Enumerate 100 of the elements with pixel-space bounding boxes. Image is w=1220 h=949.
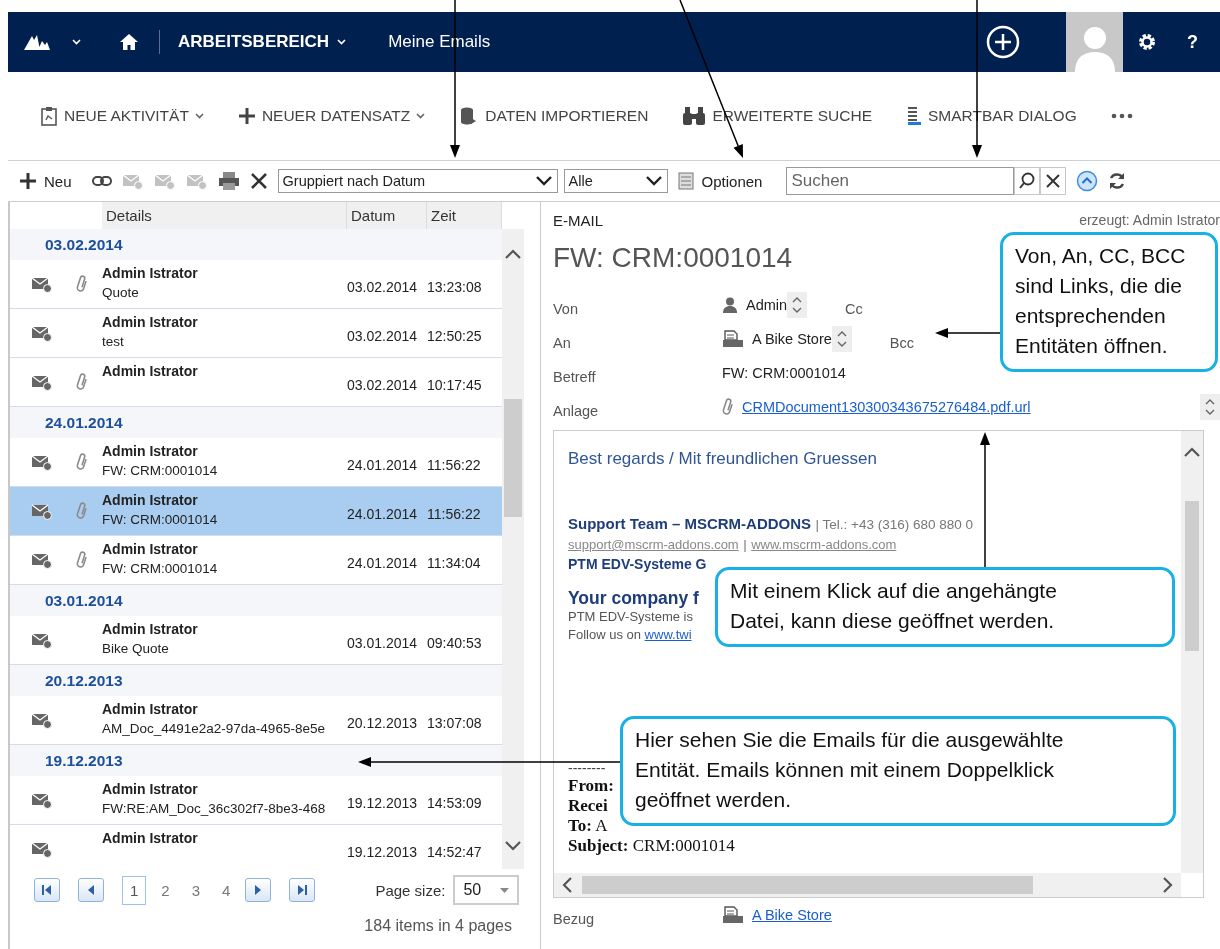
column-header[interactable]: Zeit — [427, 202, 502, 229]
web-link[interactable]: www.mscrm-addons.com — [751, 537, 897, 552]
clear-button[interactable] — [1040, 167, 1067, 195]
header-line: From: — [568, 776, 614, 796]
page-link[interactable]: 1 — [122, 875, 147, 905]
field-label: Betreff — [553, 368, 597, 385]
view-dropdown[interactable]: Gruppiert nach Datum — [277, 169, 558, 193]
logo-icon[interactable] — [24, 34, 50, 50]
email-link[interactable]: support@mscrm-addons.com — [568, 537, 739, 552]
email-row[interactable]: Admin Istrator FW: CRM:0001014 24.01.2014 11:56:22 — [10, 487, 502, 536]
home-icon[interactable] — [119, 33, 139, 51]
email-icon — [153, 172, 176, 190]
page-link[interactable]: 3 — [184, 879, 208, 901]
email-row[interactable]: Admin Istrator Bike Quote 03.01.2014 09:40:53 — [10, 616, 502, 665]
email-subject: test — [102, 334, 125, 349]
more-icon[interactable] — [1110, 113, 1133, 119]
sender-name: Admin Istrator — [102, 621, 199, 637]
email-row[interactable]: Admin Istrator FW: CRM:0001014 24.01.2014 11:56:22 — [10, 438, 502, 487]
email-row[interactable]: Admin Istrator 19.12.2013 14:52:47 — [10, 825, 502, 869]
command-button[interactable]: NEUER DATENSATZ — [237, 107, 426, 125]
group-header[interactable]: 03.01.2014 — [10, 585, 502, 616]
refresh-icon[interactable] — [1108, 172, 1127, 190]
email-icon — [31, 373, 53, 391]
command-button[interactable]: NEUE AKTIVITÄT — [40, 106, 204, 126]
email-row[interactable]: Admin Istrator AM_Doc_4491e2a2-97da-4965-8e5e 20.12.2013 13:07:08 — [10, 696, 502, 745]
page-size-label: Page size: — [375, 881, 446, 899]
web-link[interactable]: www.twi — [644, 627, 692, 642]
chevron-up-icon[interactable] — [505, 249, 521, 259]
clipboard-icon — [40, 106, 58, 126]
scrollbar[interactable] — [502, 229, 524, 869]
pager-button[interactable] — [78, 878, 104, 902]
email-row[interactable]: Admin Istrator Quote 03.02.2014 13:23:08 — [10, 260, 502, 309]
column-header[interactable]: Datum — [347, 202, 427, 229]
add-icon[interactable] — [986, 25, 1020, 59]
email-row[interactable]: Admin Istrator test 03.02.2014 12:50:25 — [10, 309, 502, 358]
settings-icon[interactable] — [1137, 32, 1157, 52]
email-title: FW: CRM:0001014 — [553, 241, 793, 275]
scroll-thumb[interactable] — [582, 876, 1033, 894]
chevron-left-icon[interactable] — [562, 877, 572, 893]
lookup-link[interactable]: A Bike Store — [752, 331, 832, 347]
scrollbar[interactable] — [554, 873, 1181, 897]
scrollbar[interactable] — [1181, 431, 1203, 873]
printer-icon[interactable] — [217, 171, 240, 191]
group-header[interactable]: 24.01.2014 — [10, 407, 502, 438]
chevron-right-icon[interactable] — [1163, 877, 1173, 893]
spinner-icon[interactable] — [831, 326, 852, 352]
spinner-icon[interactable] — [1200, 394, 1220, 420]
page-size-dropdown[interactable]: 50 — [453, 875, 520, 905]
time-cell-text: 12:50:25 — [427, 327, 483, 344]
time-cell-text: 09:40:53 — [427, 634, 483, 651]
email-icon — [31, 275, 53, 293]
chevron-up-icon[interactable] — [1184, 447, 1200, 457]
options-button[interactable]: Optionen — [677, 172, 763, 190]
sender-name: Admin Istrator — [102, 443, 199, 459]
email-row[interactable]: Admin Istrator FW: CRM:0001014 24.01.2014 11:34:04 — [10, 536, 502, 585]
email-row[interactable]: Admin Istrator 03.02.2014 10:17:45 — [10, 358, 502, 407]
workspace-menu[interactable]: ARBEITSBEREICH — [178, 32, 347, 52]
new-button[interactable]: Neu — [20, 172, 72, 190]
column-header[interactable]: Details — [102, 202, 347, 229]
pager-button[interactable] — [245, 878, 272, 902]
link-icon[interactable] — [91, 176, 112, 186]
help-button[interactable]: ? — [1187, 31, 1198, 53]
caret-icon — [72, 39, 81, 45]
callout: Von, An, CC, BCC sind Links, die die entsprechenden Entitäten öffnen. — [1000, 232, 1218, 372]
sender-name: Admin Istrator — [102, 781, 199, 797]
collapse-icon[interactable] — [1076, 170, 1099, 192]
filter-dropdown[interactable]: Alle — [563, 169, 668, 193]
spinner-icon[interactable] — [787, 292, 808, 318]
group-header[interactable]: 20.12.2013 — [10, 665, 502, 696]
delete-icon[interactable] — [249, 172, 268, 190]
header-line: To: A — [568, 816, 608, 836]
search-field[interactable]: Suchen — [786, 167, 1015, 195]
lookup-link[interactable]: Admin — [746, 297, 788, 313]
scroll-thumb[interactable] — [504, 399, 522, 517]
scroll-thumb[interactable] — [1185, 501, 1199, 651]
chevron-down-icon — [534, 175, 553, 187]
header-line: Subject: CRM:0001014 — [568, 836, 735, 856]
chevron-down-icon[interactable] — [505, 841, 521, 851]
page-link[interactable]: 2 — [154, 879, 177, 901]
attachment-link[interactable]: CRMDocument130300343675276484.pdf.url — [742, 399, 1031, 415]
plus-icon — [237, 107, 256, 125]
search-button[interactable] — [1014, 167, 1041, 195]
caret-icon — [500, 887, 510, 893]
page-link[interactable]: 4 — [215, 879, 238, 901]
body-text: | Tel.: +43 (316) 680 880 0 — [815, 517, 973, 532]
date-cell-text: 03.01.2014 — [347, 634, 419, 651]
time-cell-text: 14:52:47 — [427, 843, 483, 860]
email-icon — [31, 791, 53, 809]
paperclip-icon — [722, 397, 734, 417]
email-icon — [31, 840, 53, 858]
body-text: PTM EDV-Systeme G — [568, 556, 707, 572]
pager-button[interactable] — [289, 878, 316, 902]
group-header[interactable]: 03.02.2014 — [10, 229, 502, 260]
group-header[interactable]: 19.12.2013 — [10, 745, 502, 776]
command-button[interactable]: DATEN IMPORTIEREN — [459, 106, 649, 126]
sender-name: Admin Istrator — [102, 265, 199, 281]
regarding-link[interactable]: A Bike Store — [752, 907, 832, 923]
pager-button[interactable] — [34, 878, 60, 902]
created-by: erzeugt: Admin Istrator — [1079, 212, 1220, 228]
email-row[interactable]: Admin Istrator FW:RE:AM_Doc_36c302f7-8be3-468 19.12.2013 14:53:09 — [10, 776, 502, 825]
